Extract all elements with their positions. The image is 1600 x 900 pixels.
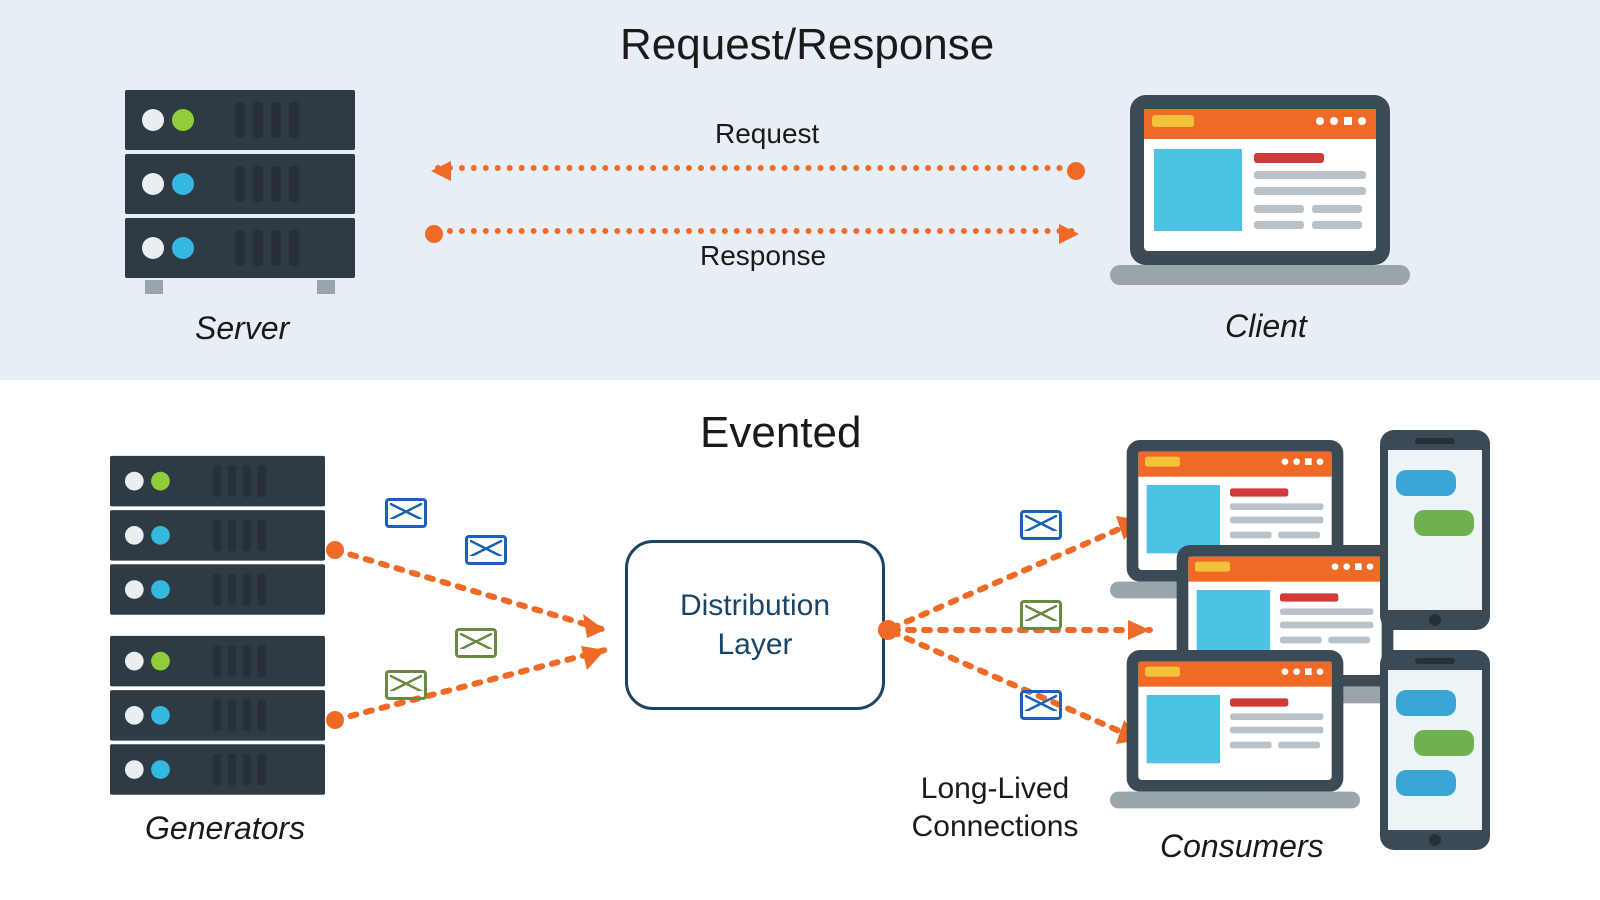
smartphone-chat-icon bbox=[1380, 430, 1490, 630]
server-stack-icon bbox=[125, 90, 355, 300]
envelope-icon bbox=[1020, 690, 1062, 720]
client-label: Client bbox=[1225, 308, 1307, 345]
title-evented: Evented bbox=[700, 408, 861, 458]
hub-label: Distribution Layer bbox=[680, 586, 830, 664]
response-arrow bbox=[435, 228, 1075, 234]
envelope-icon bbox=[1020, 510, 1062, 540]
laptop-browser-icon bbox=[1110, 650, 1360, 825]
request-arrow bbox=[435, 165, 1075, 171]
server-label: Server bbox=[195, 310, 289, 347]
envelope-icon bbox=[455, 628, 497, 658]
laptop-browser-icon bbox=[1110, 95, 1410, 305]
distribution-layer-hub: Distribution Layer bbox=[625, 540, 885, 710]
server-stack-icon bbox=[110, 635, 325, 805]
envelope-icon bbox=[385, 498, 427, 528]
envelope-icon bbox=[1020, 600, 1062, 630]
connections-label: Long-Lived Connections bbox=[880, 770, 1110, 845]
request-arrow-label: Request bbox=[715, 118, 819, 150]
generators-label: Generators bbox=[145, 810, 305, 847]
server-stack-icon bbox=[110, 455, 325, 625]
title-request-response: Request/Response bbox=[620, 20, 994, 70]
envelope-icon bbox=[465, 535, 507, 565]
envelope-icon bbox=[385, 670, 427, 700]
consumers-label: Consumers bbox=[1160, 828, 1324, 865]
smartphone-chat-icon bbox=[1380, 650, 1490, 850]
response-arrow-label: Response bbox=[700, 240, 826, 272]
